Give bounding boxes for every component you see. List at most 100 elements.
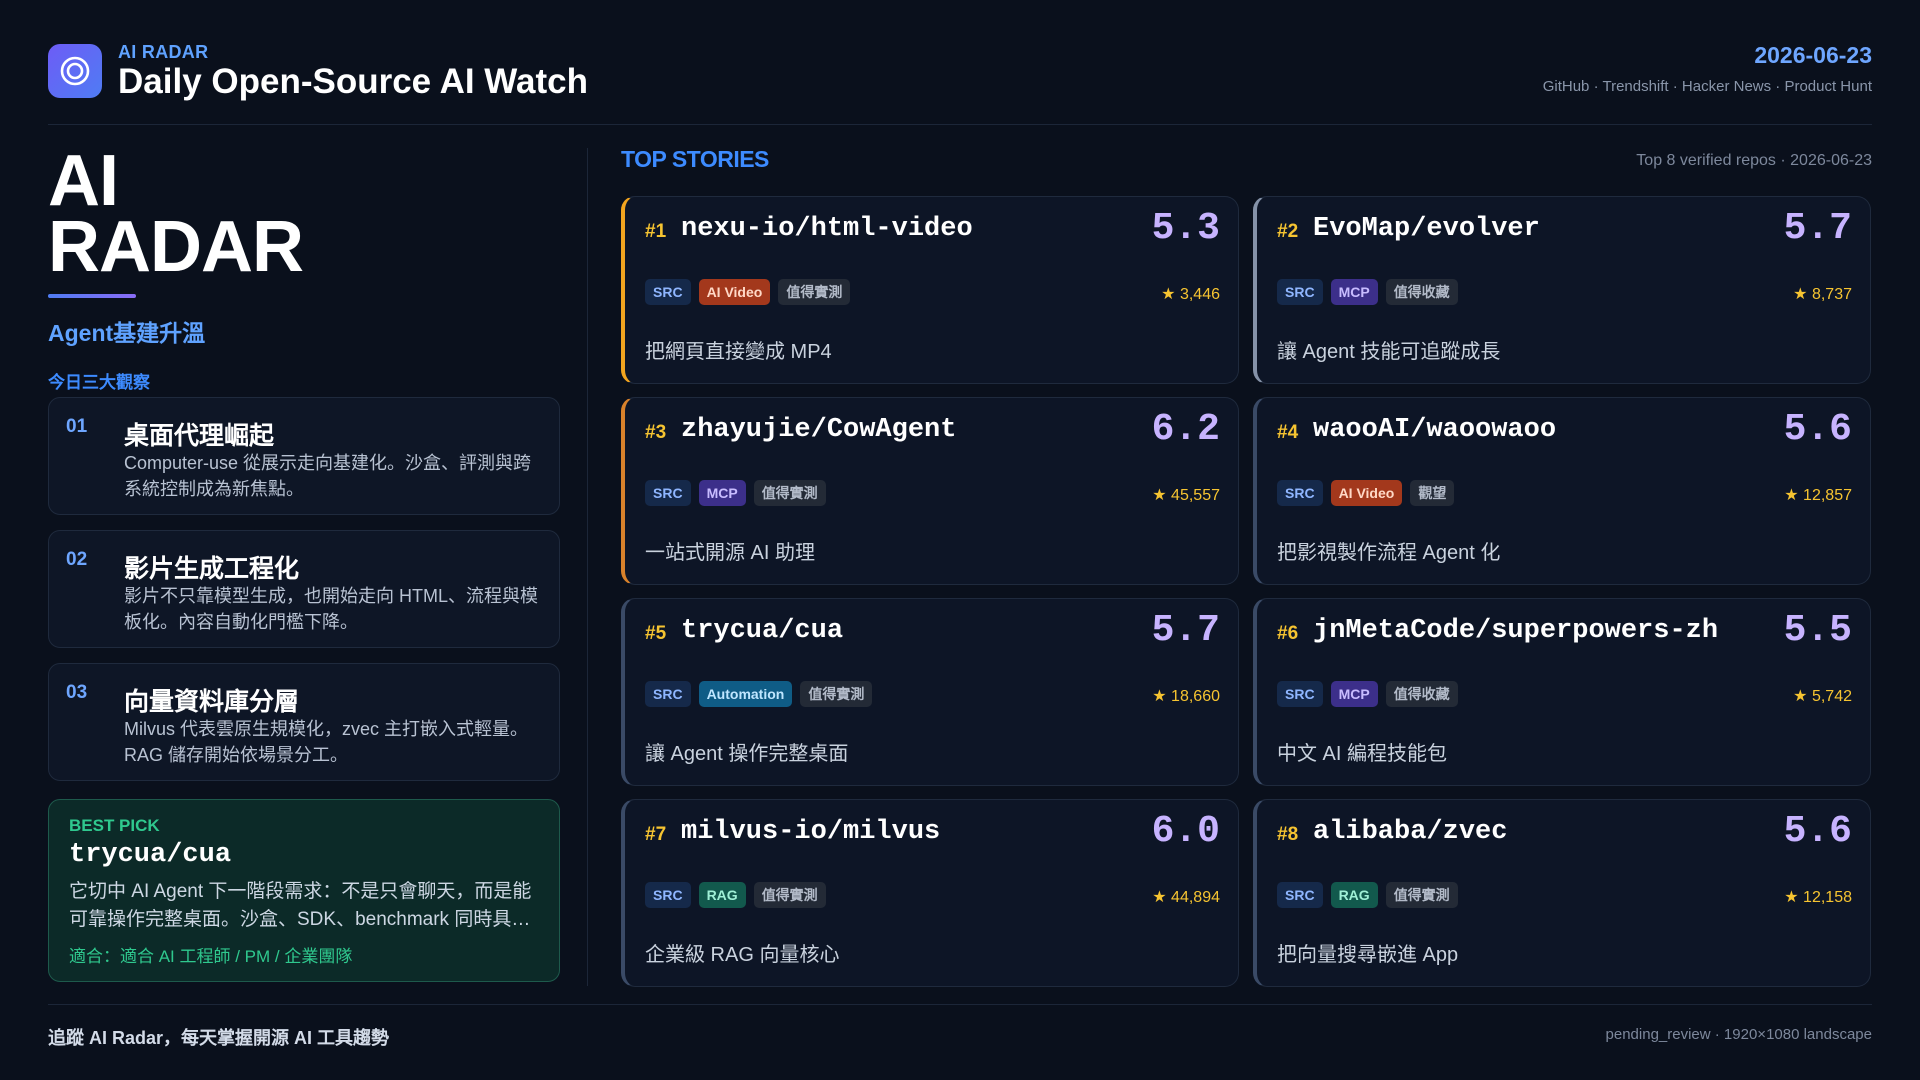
theme-label: Agent基建升溫 bbox=[48, 320, 206, 346]
story-card[interactable]: #5 trycua/cua 5.7 SRC Automation 值得實測 ★ 18,660… bbox=[621, 598, 1239, 786]
story-repo-name[interactable]: waooAI/waoowaoo bbox=[1313, 415, 1556, 445]
tag-badge: 值得收藏 bbox=[1385, 279, 1458, 305]
story-tags: SRC AI Video 值得實測 bbox=[645, 279, 851, 305]
story-description: 把向量搜尋嵌進 App bbox=[1277, 944, 1459, 966]
observation-title: 影片生成工程化 bbox=[124, 555, 300, 583]
story-card[interactable]: #2 EvoMap/evolver 5.7 SRC MCP 值得收藏 ★ 8,737 讓 Ag… bbox=[1253, 196, 1871, 384]
observation-number: 03 bbox=[66, 682, 88, 703]
observation-number: 02 bbox=[66, 549, 88, 570]
story-repo-name[interactable]: trycua/cua bbox=[681, 616, 843, 646]
observation-body: Milvus 代表雲原生規模化，zvec 主打嵌入式輕量。RAG 儲存開始依場景… bbox=[124, 719, 529, 765]
story-score: 5.6 bbox=[1783, 408, 1852, 451]
story-tags: SRC MCP 值得收藏 bbox=[1277, 681, 1458, 707]
page-title: Daily Open-Source AI Watch bbox=[118, 62, 588, 101]
tag-badge: SRC bbox=[645, 882, 691, 908]
story-repo-name[interactable]: jnMetaCode/superpowers-zh bbox=[1313, 616, 1718, 646]
story-tags: SRC MCP 值得收藏 bbox=[1277, 279, 1458, 305]
tag-badge: 值得收藏 bbox=[1385, 681, 1458, 707]
best-pick-fit: 適合：適合 AI 工程師 / PM / 企業團隊 bbox=[69, 947, 353, 966]
story-description: 一站式開源 AI 助理 bbox=[645, 542, 816, 564]
tag-badge: SRC bbox=[645, 480, 691, 506]
section-title: TOP STORIES bbox=[621, 146, 769, 172]
header-date: 2026-06-23 bbox=[1754, 42, 1872, 68]
tag-badge: SRC bbox=[1277, 681, 1323, 707]
story-rank: #2 bbox=[1277, 221, 1299, 242]
observation-card[interactable]: 02 影片生成工程化 影片不只靠模型生成，也開始走向 HTML、流程與模板化。內… bbox=[48, 530, 560, 648]
story-stars: ★ 5,742 bbox=[1793, 688, 1852, 705]
observation-title: 向量資料庫分層 bbox=[124, 688, 300, 716]
story-score: 5.7 bbox=[1783, 207, 1852, 250]
story-card[interactable]: #3 zhayujie/CowAgent 6.2 SRC MCP 值得實測 ★ 45,557… bbox=[621, 397, 1239, 585]
story-rank: #4 bbox=[1277, 422, 1299, 443]
header: AI RADAR Daily Open-Source AI Watch 2026… bbox=[48, 40, 1872, 125]
hero-underline bbox=[48, 294, 136, 298]
story-stars: ★ 12,857 bbox=[1784, 487, 1852, 504]
tag-badge: Automation bbox=[698, 681, 793, 707]
tag-badge: MCP bbox=[1330, 681, 1378, 707]
tag-badge: 值得實測 bbox=[800, 681, 873, 707]
footer-tagline: 追蹤 AI Radar，每天掌握開源 AI 工具趨勢 bbox=[48, 1028, 390, 1048]
story-repo-name[interactable]: nexu-io/html-video bbox=[681, 214, 973, 244]
story-card[interactable]: #4 waooAI/waoowaoo 5.6 SRC AI Video 觀望 ★ 12,85… bbox=[1253, 397, 1871, 585]
observation-number: 01 bbox=[66, 416, 88, 437]
story-description: 讓 Agent 操作完整桌面 bbox=[645, 743, 849, 765]
hero-line-2: RADAR bbox=[48, 207, 304, 287]
best-pick-card[interactable]: BEST PICK trycua/cua 它切中 AI Agent 下一階段需求… bbox=[48, 799, 560, 982]
story-stars: ★ 3,446 bbox=[1161, 286, 1220, 303]
story-card[interactable]: #1 nexu-io/html-video 5.3 SRC AI Video 值得實測 ★ … bbox=[621, 196, 1239, 384]
story-description: 中文 AI 編程技能包 bbox=[1277, 743, 1448, 765]
story-description: 讓 Agent 技能可追蹤成長 bbox=[1277, 341, 1501, 363]
column-divider bbox=[587, 148, 588, 986]
tag-badge: MCP bbox=[1330, 279, 1378, 305]
story-stars: ★ 44,894 bbox=[1152, 889, 1220, 906]
story-repo-name[interactable]: milvus-io/milvus bbox=[681, 817, 940, 847]
story-rank: #5 bbox=[645, 623, 667, 644]
best-pick-name: trycua/cua bbox=[69, 840, 232, 870]
tag-badge: MCP bbox=[698, 480, 746, 506]
story-rank: #8 bbox=[1277, 824, 1299, 845]
story-score: 5.5 bbox=[1783, 609, 1852, 652]
story-rank: #7 bbox=[645, 824, 667, 845]
story-repo-name[interactable]: alibaba/zvec bbox=[1313, 817, 1507, 847]
tag-badge: SRC bbox=[645, 681, 691, 707]
hero-line-1: AI bbox=[48, 141, 119, 221]
tag-badge: SRC bbox=[645, 279, 691, 305]
story-tags: SRC Automation 值得實測 bbox=[645, 681, 873, 707]
observation-title: 桌面代理崛起 bbox=[124, 422, 275, 450]
story-stars: ★ 45,557 bbox=[1152, 487, 1220, 504]
story-repo-name[interactable]: zhayujie/CowAgent bbox=[681, 415, 956, 445]
story-rank: #1 bbox=[645, 221, 667, 242]
story-card[interactable]: #7 milvus-io/milvus 6.0 SRC RAG 值得實測 ★ 44,894 企… bbox=[621, 799, 1239, 987]
tag-badge: 值得實測 bbox=[778, 279, 851, 305]
tag-badge: SRC bbox=[1277, 279, 1323, 305]
story-card[interactable]: #8 alibaba/zvec 5.6 SRC RAG 值得實測 ★ 12,158 把向量搜尋… bbox=[1253, 799, 1871, 987]
tag-badge: RAG bbox=[1330, 882, 1378, 908]
tag-badge: 值得實測 bbox=[753, 480, 826, 506]
story-tags: SRC AI Video 觀望 bbox=[1277, 480, 1455, 506]
tag-badge: AI Video bbox=[1330, 480, 1403, 506]
brand-kicker: AI RADAR bbox=[118, 42, 209, 62]
story-stars: ★ 8,737 bbox=[1793, 286, 1852, 303]
story-repo-name[interactable]: EvoMap/evolver bbox=[1313, 214, 1540, 244]
story-card[interactable]: #6 jnMetaCode/superpowers-zh 5.5 SRC MCP 值得收藏… bbox=[1253, 598, 1871, 786]
best-pick-body: 它切中 AI Agent 下一階段需求：不是只會聊天，而是能可靠操作完整桌面。沙… bbox=[69, 881, 532, 930]
story-rank: #6 bbox=[1277, 623, 1299, 644]
tag-badge: 觀望 bbox=[1410, 480, 1455, 506]
observation-body: Computer-use 從展示走向基建化。沙盒、評測與跨系統控制成為新焦點。 bbox=[124, 453, 532, 499]
header-sources: GitHub · Trendshift · Hacker News · Prod… bbox=[1542, 78, 1872, 95]
best-pick-label: BEST PICK bbox=[69, 816, 160, 835]
story-score: 6.0 bbox=[1151, 810, 1220, 853]
story-description: 企業級 RAG 向量核心 bbox=[645, 944, 840, 966]
story-tags: SRC RAG 值得實測 bbox=[1277, 882, 1458, 908]
observations-label: 今日三大觀察 bbox=[48, 373, 150, 392]
story-stars: ★ 18,660 bbox=[1152, 688, 1220, 705]
story-score: 6.2 bbox=[1151, 408, 1220, 451]
observation-card[interactable]: 03 向量資料庫分層 Milvus 代表雲原生規模化，zvec 主打嵌入式輕量。… bbox=[48, 663, 560, 781]
story-description: 把網頁直接變成 MP4 bbox=[645, 341, 832, 363]
story-rank: #3 bbox=[645, 422, 667, 443]
observation-card[interactable]: 01 桌面代理崛起 Computer-use 從展示走向基建化。沙盒、評測與跨系… bbox=[48, 397, 560, 515]
tag-badge: RAG bbox=[698, 882, 746, 908]
story-tags: SRC MCP 值得實測 bbox=[645, 480, 826, 506]
left-panel: AI RADAR Agent基建升溫 今日三大觀察 01 桌面代理崛起 Comp… bbox=[48, 141, 560, 982]
story-description: 把影視製作流程 Agent 化 bbox=[1277, 542, 1501, 564]
